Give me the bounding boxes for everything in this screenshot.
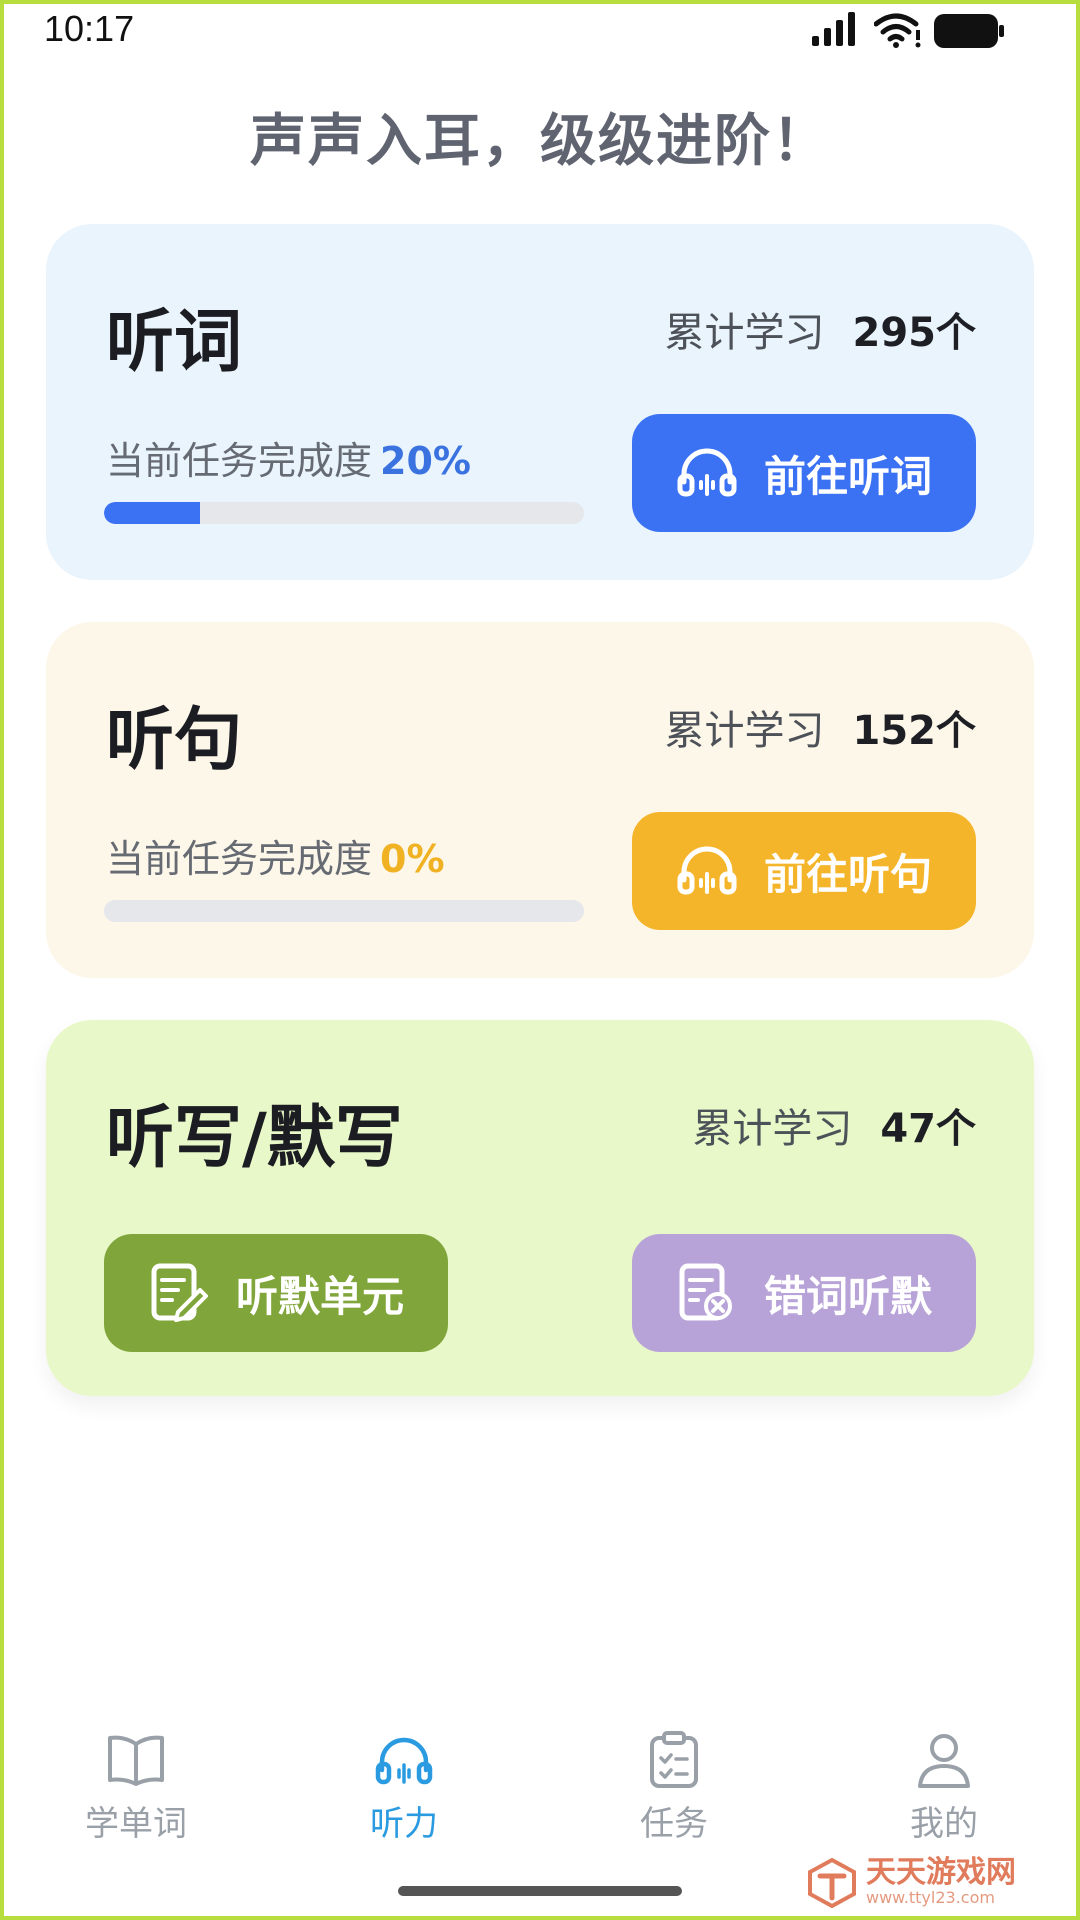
progress-bar — [104, 900, 584, 922]
study-count-value: 152个 — [852, 708, 977, 754]
study-count: 累计学习 152个 — [665, 698, 977, 756]
page-headline: 声声入耳，级级进阶！ — [250, 109, 830, 174]
progress-bar — [104, 502, 584, 524]
button-label: 错词听默 — [763, 1271, 932, 1321]
user-icon — [918, 1734, 970, 1788]
button-label: 前往听词 — [763, 451, 932, 501]
tab-label: 我的 — [910, 1804, 978, 1844]
tab-profile[interactable]: 我的 — [854, 1730, 1034, 1845]
battery-icon — [934, 14, 1004, 48]
headphones-icon — [375, 1737, 433, 1785]
watermark-logo-icon — [808, 1857, 856, 1908]
button-label: 前往听句 — [763, 849, 932, 899]
progress-label-text: 当前任务完成度 — [106, 837, 373, 881]
study-count: 累计学习 47个 — [692, 1096, 976, 1154]
watermark-url: www.ttyl23.com — [866, 1888, 995, 1907]
listen-words-card: 听词 累计学习 295个 当前任务完成度 20% 前往听词 — [46, 224, 1034, 580]
listen-sentences-card: 听句 累计学习 152个 当前任务完成度 0% 前往听句 — [46, 622, 1034, 978]
wifi-icon — [874, 13, 921, 48]
progress-label-text: 当前任务完成度 — [106, 439, 373, 483]
progress-fill — [104, 502, 200, 524]
watermark-title: 天天游戏网 — [866, 1855, 1016, 1890]
go-listen-sentences-button[interactable]: 前往听句 — [632, 812, 976, 930]
unit-dictation-button[interactable]: 听默单元 — [104, 1234, 448, 1352]
button-label: 听默单元 — [235, 1271, 404, 1321]
wrong-words-dictation-button[interactable]: 错词听默 — [632, 1234, 976, 1352]
clipboard-icon — [650, 1731, 698, 1788]
tab-learn-words[interactable]: 学单词 — [46, 1730, 226, 1845]
signal-icon — [812, 12, 855, 46]
go-listen-words-button[interactable]: 前往听词 — [632, 414, 976, 532]
study-count-label: 累计学习 — [664, 310, 825, 356]
progress-percent: 0% — [380, 837, 445, 881]
headphones-icon — [677, 448, 737, 497]
status-bar: 10:17 — [0, 0, 1080, 60]
study-count-label: 累计学习 — [664, 708, 825, 754]
progress-label: 当前任务完成度 20% — [106, 430, 471, 485]
dictation-card: 听写/默写 累计学习 47个 听默单元 错词听默 — [46, 1020, 1034, 1396]
card-title: 听词 — [106, 303, 243, 382]
tab-label: 任务 — [640, 1804, 708, 1844]
study-count: 累计学习 295个 — [665, 300, 977, 358]
bottom-tab-bar: 学单词 听力 任务 我的 — [0, 1718, 1080, 1848]
progress-percent: 20% — [380, 439, 471, 483]
watermark: 天天游戏网 www.ttyl23.com — [806, 1856, 1016, 1908]
status-time: 10:17 — [44, 8, 135, 49]
home-indicator[interactable] — [398, 1886, 682, 1896]
study-count-value: 47个 — [880, 1106, 976, 1152]
card-title: 听写/默写 — [106, 1099, 403, 1178]
study-count-value: 295个 — [852, 310, 977, 356]
error-note-icon — [679, 1263, 732, 1321]
tab-tasks[interactable]: 任务 — [584, 1730, 764, 1845]
card-title: 听句 — [106, 701, 243, 780]
edit-note-icon — [151, 1263, 208, 1322]
book-icon — [108, 1735, 164, 1786]
study-count-label: 累计学习 — [692, 1106, 853, 1152]
headphones-icon — [677, 846, 737, 895]
tab-listening[interactable]: 听力 — [314, 1730, 494, 1845]
tab-label: 听力 — [370, 1804, 438, 1844]
tab-label: 学单词 — [85, 1804, 187, 1844]
progress-label: 当前任务完成度 0% — [106, 828, 445, 883]
